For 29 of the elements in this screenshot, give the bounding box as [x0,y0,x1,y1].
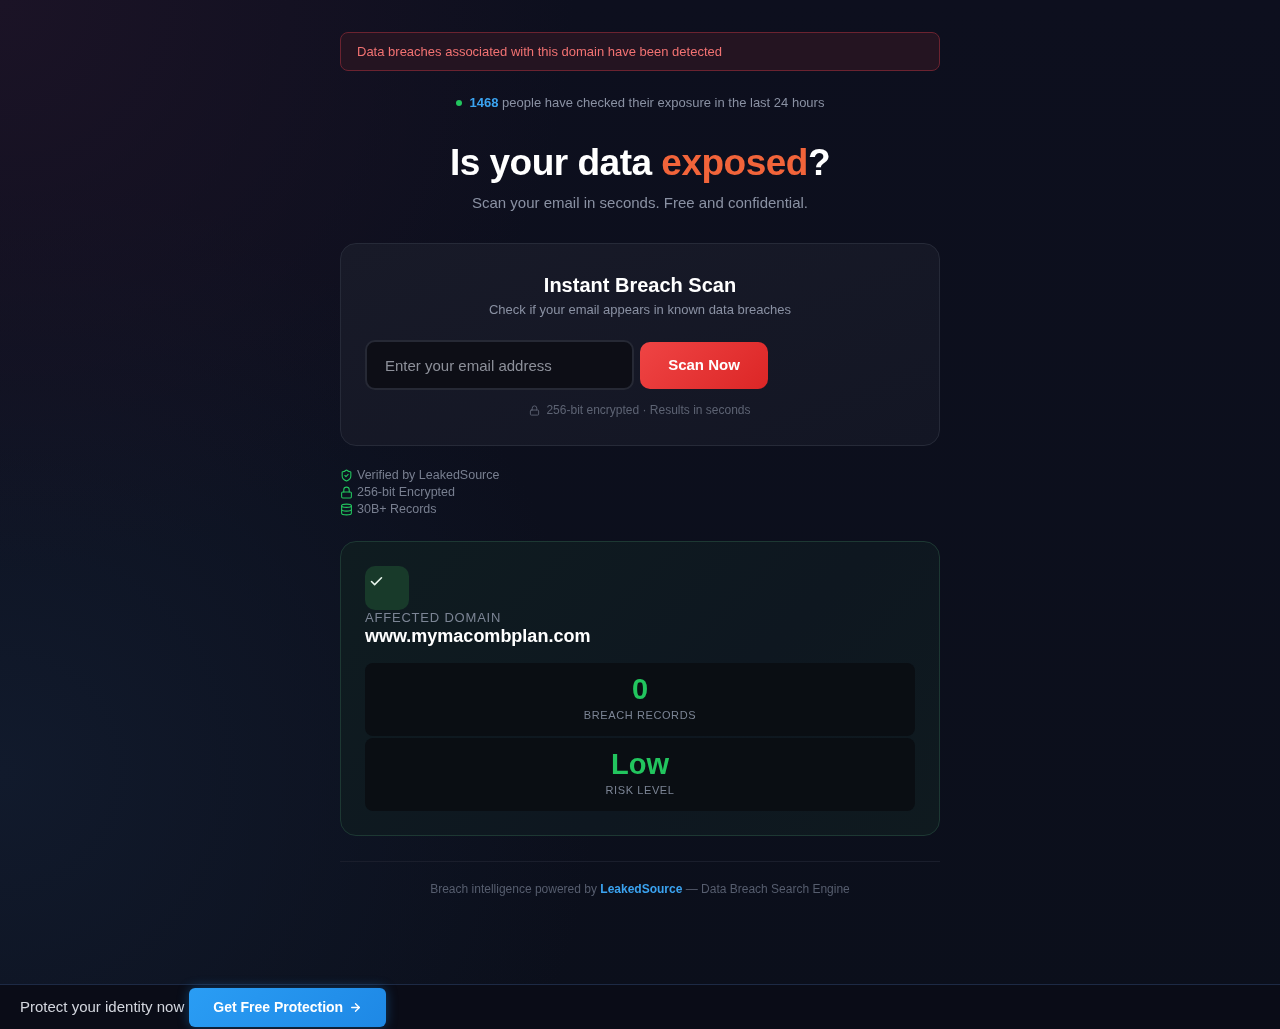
leakedsource-link[interactable]: LeakedSource [600,882,683,896]
headline: Is your data exposed? [448,141,832,185]
check-tile-icon [365,566,409,610]
lock-icon [340,486,353,499]
stat-label: BREACH RECORDS [583,708,697,722]
bottom-bar-text: Protect your identity now [20,997,185,1017]
stat-value: 0 [631,673,649,705]
trust-badge-label: Verified by LeakedSource [357,467,500,484]
shield-check-icon [340,469,353,482]
activity-text: 1468 people have checked their exposure in the last 24 hours [469,94,825,112]
email-input-field[interactable]: Enter your email address [365,340,634,390]
stat-label: RISK LEVEL [605,783,675,797]
arrow-right-icon [349,1000,363,1014]
status-dot-icon [455,100,462,106]
security-note: 256-bit encrypted · Results in seconds [546,402,751,418]
footer-text: Breach intelligence powered by LeakedSource — Data Breach Search Engine [430,881,850,897]
get-free-protection-button[interactable]: Get Free Protection [189,987,387,1027]
domain-name: www.mymacombplan.com [365,626,592,646]
scan-title: Instant Breach Scan [543,273,737,298]
subtitle: Scan your email in seconds. Free and confidential. [471,193,809,213]
stat-value: Low [611,748,669,780]
lock-icon [529,404,541,416]
alert-banner: Data breaches associated with this domain have been detected [340,32,940,71]
scan-subtitle: Check if your email appears in known data breaches [488,301,792,319]
database-icon [340,503,353,516]
scan-now-button[interactable]: Scan Now [640,341,768,389]
trust-badge-label: 256-bit Encrypted [357,484,455,501]
domain-label: AFFECTED DOMAIN [365,610,503,626]
trust-badge-label: 30B+ Records [357,501,437,518]
